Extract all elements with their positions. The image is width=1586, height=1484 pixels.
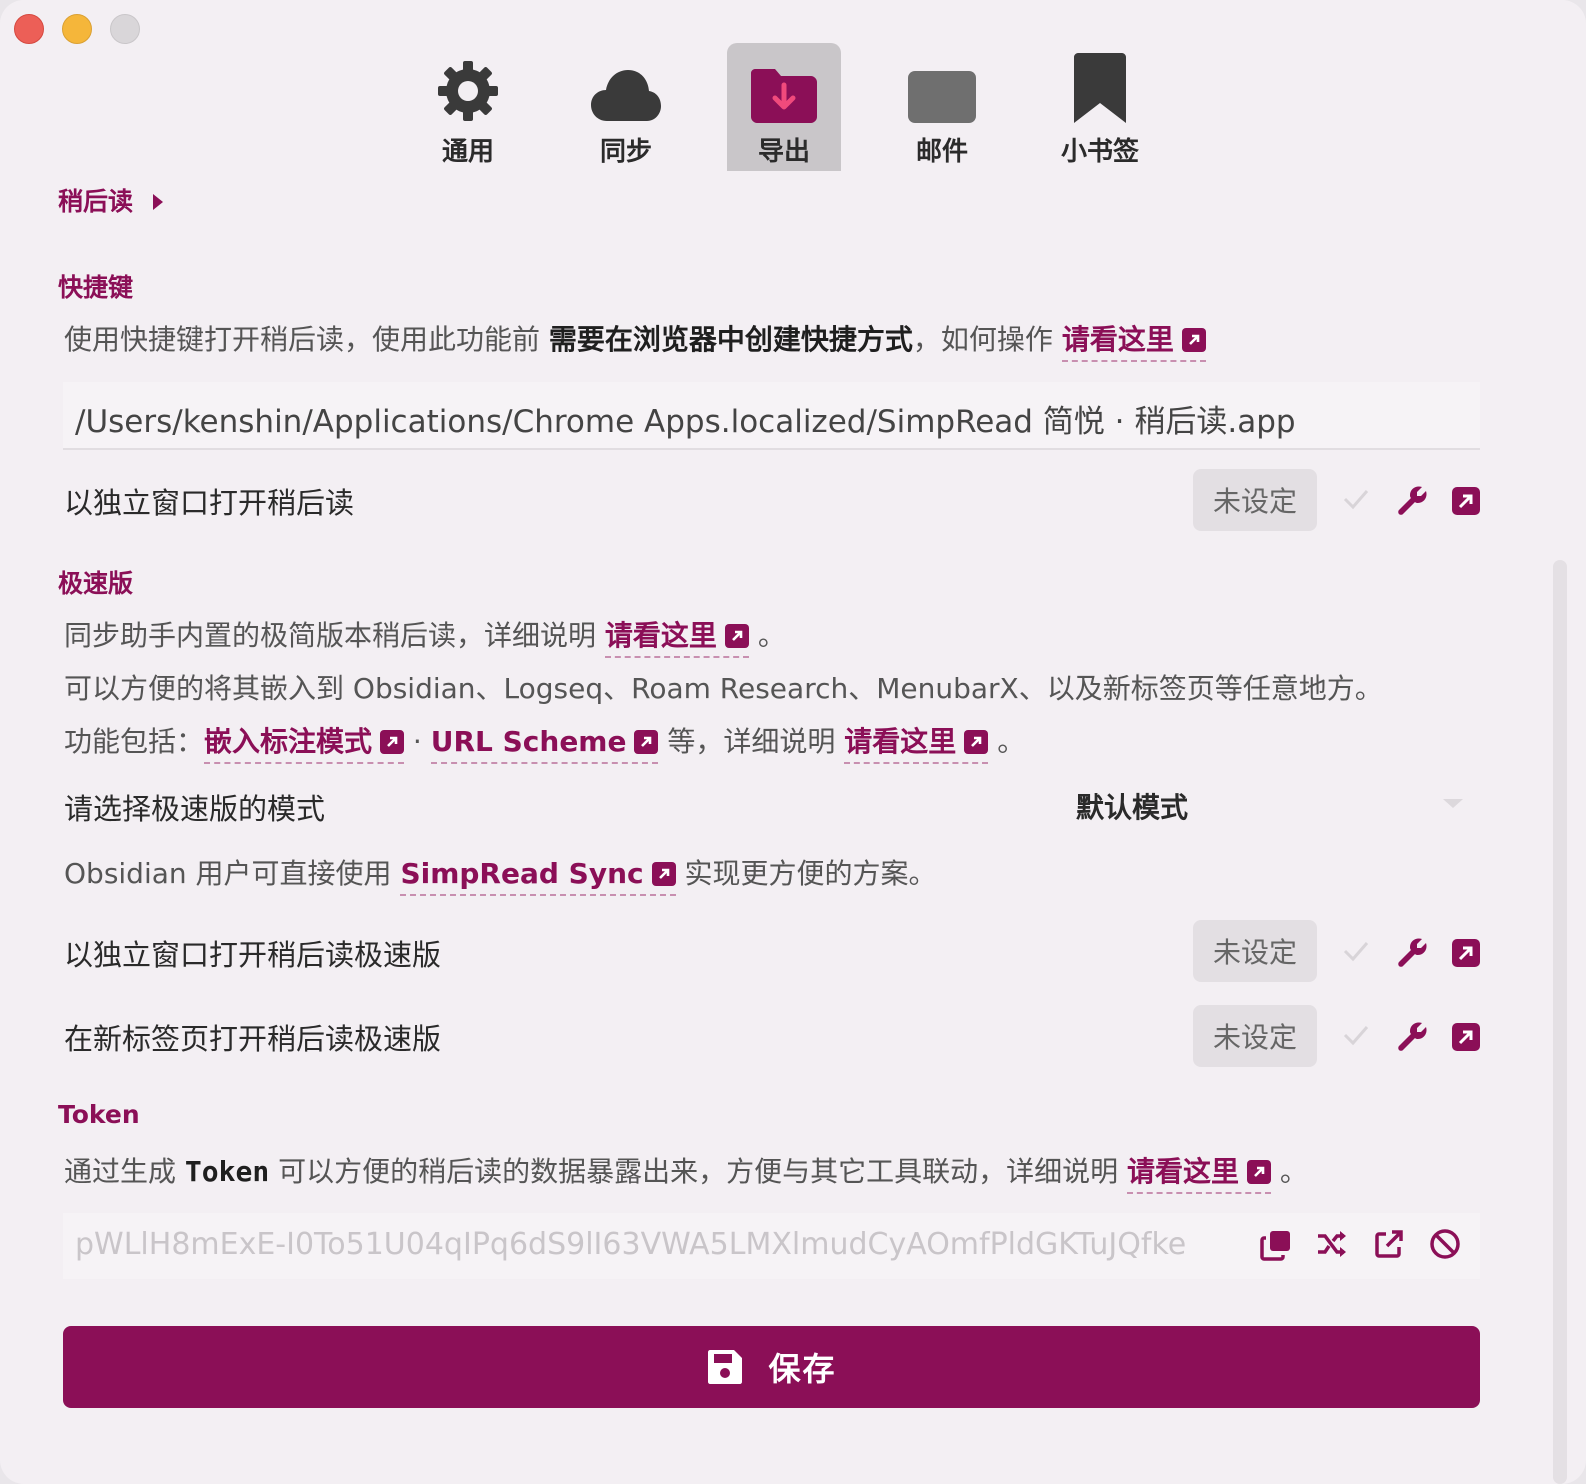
simpread-sync-link[interactable]: SimpRead Sync [400, 857, 676, 896]
check-icon[interactable] [1342, 487, 1370, 511]
external-link-icon [634, 730, 659, 754]
lite-line-1: 同步助手内置的极简版本稍后读，详细说明 请看这里 。 [64, 614, 786, 658]
bookmark-icon [1074, 53, 1126, 123]
desc-text: ，如何操作 [912, 323, 1062, 356]
external-link-icon [964, 730, 989, 754]
copy-icon[interactable] [1260, 1229, 1292, 1261]
row-label: 以独立窗口打开稍后读 [64, 486, 355, 520]
tab-label: 通用 [441, 137, 494, 167]
app-window: 通用 同步 导出 邮件 小书签 稍后读 快捷键 使用快捷键打开稍后读，使用此功能… [0, 0, 1586, 1484]
external-link-icon[interactable] [1452, 487, 1480, 515]
breadcrumb[interactable]: 稍后读 [58, 182, 164, 218]
wrench-icon[interactable] [1396, 483, 1430, 517]
url-scheme-link[interactable]: URL Scheme [430, 725, 659, 764]
obsidian-note: Obsidian 用户可直接使用 SimpRead Sync 实现更方便的方案。 [64, 852, 937, 896]
help-link[interactable]: 请看这里 [1061, 323, 1206, 362]
tab-label: 导出 [757, 137, 810, 167]
shortcut-path-field[interactable]: /Users/kenshin/Applications/Chrome Apps.… [63, 382, 1480, 450]
tab-general[interactable]: 通用 [411, 43, 525, 171]
lite-window-unset-button[interactable]: 未设定 [1193, 920, 1317, 982]
desc-text: 实现更方便的方案。 [675, 857, 937, 890]
folder-download-icon [751, 69, 817, 123]
cloud-icon [591, 70, 661, 121]
tab-bar: 通用 同步 导出 邮件 小书签 [411, 43, 1201, 171]
desc-text: · [404, 725, 431, 758]
help-link[interactable]: 请看这里 [844, 725, 989, 764]
row-label: 以独立窗口打开稍后读极速版 [64, 938, 442, 972]
tab-label: 同步 [599, 137, 652, 167]
caret-right-icon [152, 194, 163, 210]
minimize-window-button[interactable] [62, 14, 92, 44]
save-button-label: 保存 [768, 1350, 837, 1388]
desc-text: 功能包括： [64, 725, 205, 758]
wrench-icon[interactable] [1396, 935, 1430, 969]
external-link-icon [651, 862, 676, 886]
window-controls [14, 14, 140, 44]
zoom-window-button[interactable] [110, 14, 140, 44]
mode-select[interactable]: 默认模式 [1076, 786, 1480, 826]
desc-text: 。 [1271, 1155, 1308, 1188]
section-title-token: Token [58, 1100, 140, 1129]
desc-strong: 需要在浏览器中创建快捷方式 [548, 323, 913, 356]
external-link-icon [724, 624, 749, 648]
tab-label: 邮件 [915, 137, 968, 167]
desc-text: 可以方便的稍后读的数据暴露出来，方便与其它工具联动，详细说明 [269, 1155, 1128, 1188]
tab-mail[interactable]: 邮件 [885, 43, 999, 171]
tab-label: 小书签 [1060, 137, 1139, 167]
check-icon[interactable] [1342, 939, 1370, 963]
lite-line-2: 可以方便的将其嵌入到 Obsidian、Logseq、Roam Research… [64, 672, 1383, 705]
shuffle-icon[interactable] [1316, 1229, 1348, 1259]
mode-select-label: 请选择极速版的模式 [64, 792, 326, 826]
row-label: 在新标签页打开稍后读极速版 [64, 1022, 442, 1056]
external-link-icon[interactable] [1452, 1023, 1480, 1051]
desc-text: 同步助手内置的极简版本稍后读，详细说明 [64, 619, 605, 652]
tab-bookmarklet[interactable]: 小书签 [1043, 43, 1157, 171]
token-description: 通过生成 Token 可以方便的稍后读的数据暴露出来，方便与其它工具联动，详细说… [64, 1150, 1308, 1194]
save-icon [708, 1350, 743, 1384]
toolbar: 通用 同步 导出 邮件 小书签 [0, 0, 1586, 172]
section-title-shortcut: 快捷键 [58, 273, 134, 302]
scrollbar[interactable] [1553, 560, 1567, 1484]
tab-sync[interactable]: 同步 [569, 43, 683, 171]
help-link[interactable]: 请看这里 [1127, 1155, 1272, 1194]
tab-export[interactable]: 导出 [727, 43, 841, 171]
breadcrumb-label: 稍后读 [58, 187, 134, 216]
external-link-icon [380, 730, 405, 754]
section-title-lite: 极速版 [58, 569, 134, 598]
lite-line-3: 功能包括：嵌入标注模式 · URL Scheme 等，详细说明 请看这里 。 [64, 720, 1026, 764]
external-link-icon[interactable] [1452, 939, 1480, 967]
desc-text: 。 [748, 619, 786, 652]
desc-text: 通过生成 [64, 1155, 185, 1188]
mode-select-value: 默认模式 [1076, 791, 1189, 824]
desc-text: 等，详细说明 [658, 725, 845, 758]
external-link-icon [1247, 1160, 1272, 1184]
wrench-icon[interactable] [1396, 1019, 1430, 1053]
desc-text: 。 [988, 725, 1026, 758]
external-link-icon [1181, 328, 1206, 352]
token-code: Token [184, 1155, 270, 1188]
desc-text: Obsidian 用户可直接使用 [64, 857, 401, 890]
token-value: pWLlH8mExE-I0To51U04qIPq6dS9lI63VWA5LMXl… [75, 1227, 1187, 1262]
save-button[interactable]: 保存 [63, 1326, 1480, 1408]
ban-icon[interactable] [1429, 1228, 1461, 1260]
close-window-button[interactable] [14, 14, 44, 44]
desc-text: 使用快捷键打开稍后读，使用此功能前 [64, 323, 549, 356]
shortcut-unset-button[interactable]: 未设定 [1193, 469, 1317, 531]
gear-icon [438, 61, 498, 121]
lite-newtab-unset-button[interactable]: 未设定 [1193, 1005, 1317, 1067]
open-external-icon[interactable] [1374, 1229, 1404, 1259]
shortcut-description: 使用快捷键打开稍后读，使用此功能前 需要在浏览器中创建快捷方式，如何操作 请看这… [64, 318, 1206, 362]
help-link[interactable]: 请看这里 [604, 619, 749, 658]
chevron-down-icon [1443, 799, 1463, 808]
check-icon[interactable] [1342, 1023, 1370, 1047]
embed-mode-link[interactable]: 嵌入标注模式 [204, 725, 405, 764]
mail-icon [908, 71, 976, 123]
